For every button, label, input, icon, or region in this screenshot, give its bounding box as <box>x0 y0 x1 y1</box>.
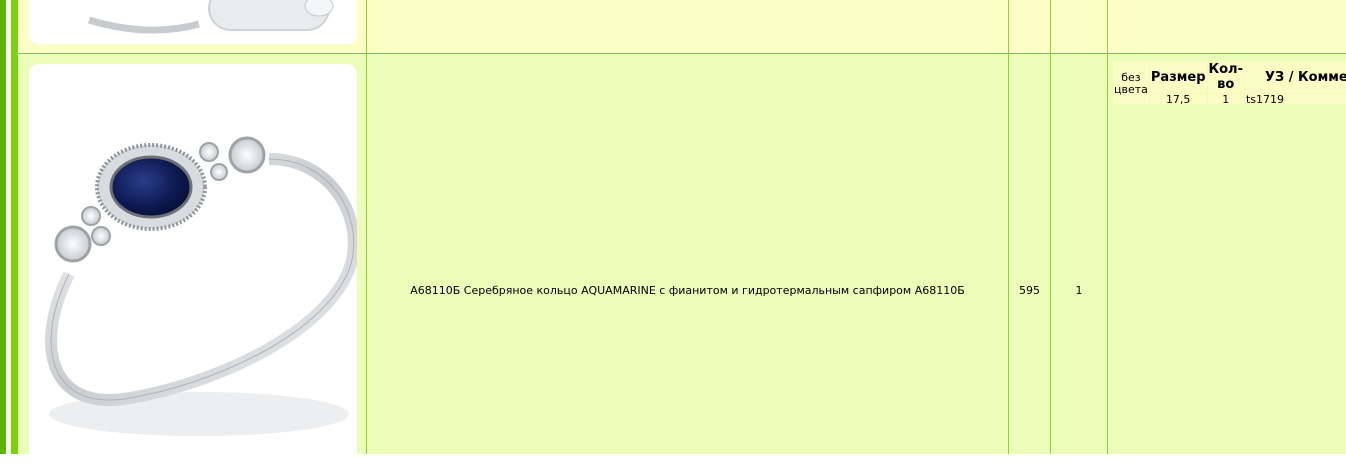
size-value: 17,5 <box>1149 94 1207 104</box>
comment-value: ts1719 <box>1244 94 1346 104</box>
column-divider <box>1107 0 1108 454</box>
options-table: без цвета Размер Кол-во УЗ / Коммент 17,… <box>1112 60 1346 104</box>
product-description: А68110Б Серебряное кольцо AQUAMARINE с ф… <box>410 284 965 297</box>
product-quantity: 1 <box>1075 284 1083 297</box>
column-divider <box>1008 0 1009 454</box>
silver-ring-sapphire-icon <box>45 136 357 436</box>
column-divider <box>366 0 367 454</box>
size-header: Размер <box>1149 61 1207 93</box>
left-accent-bar <box>0 0 6 454</box>
qty-value: 1 <box>1207 94 1244 104</box>
comment-header: УЗ / Коммент <box>1244 61 1346 93</box>
color-label: без цвета <box>1113 61 1149 104</box>
left-accent-bar-inner <box>11 0 18 454</box>
qty-header: Кол-во <box>1207 61 1244 93</box>
product-image[interactable] <box>29 64 357 464</box>
product-price: 595 <box>1019 284 1040 297</box>
column-divider <box>1050 0 1051 454</box>
product-image-previous[interactable] <box>29 0 357 44</box>
ring-icon <box>87 0 334 34</box>
